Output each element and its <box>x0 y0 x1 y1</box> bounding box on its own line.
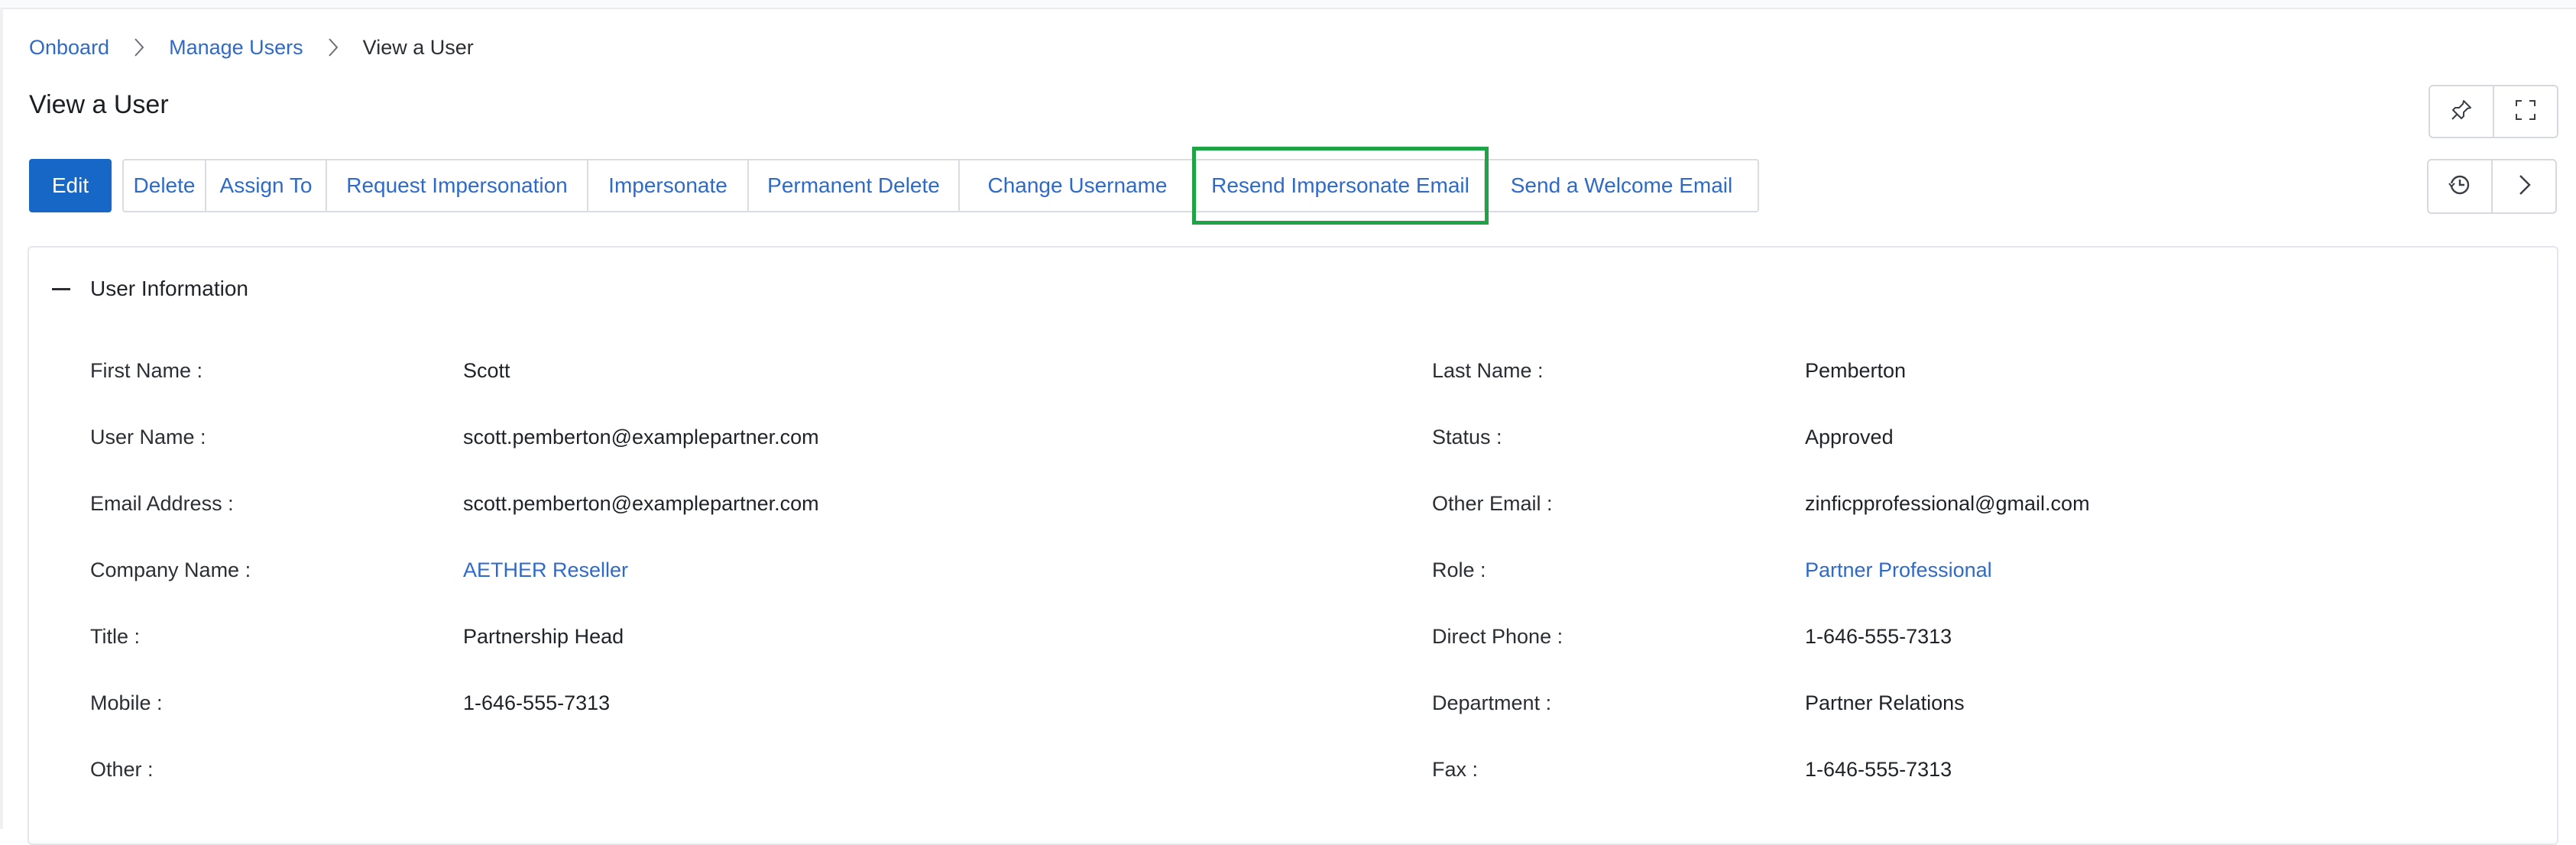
other-email-label: Other Email : <box>1432 492 1553 515</box>
user-name-value: scott.pemberton@examplepartner.com <box>463 426 819 448</box>
chevron-right-icon <box>2512 173 2536 201</box>
department-value: Partner Relations <box>1805 691 1965 714</box>
assign-to-button[interactable]: Assign To <box>205 160 326 211</box>
impersonate-button[interactable]: Impersonate <box>587 160 747 211</box>
other-email-value: zinficpprofessional@gmail.com <box>1805 492 2090 515</box>
history-button[interactable] <box>2429 160 2491 212</box>
status-value: Approved <box>1805 426 1894 448</box>
history-icon <box>2448 173 2472 201</box>
company-name-label: Company Name : <box>90 558 251 581</box>
action-toolbar: Edit Delete Assign To Request Impersonat… <box>29 147 1759 225</box>
breadcrumb-onboard[interactable]: Onboard <box>29 36 109 60</box>
chevron-right-icon <box>303 37 363 57</box>
page-title: View a User <box>29 90 169 119</box>
status-label: Status : <box>1432 426 1502 448</box>
user-information-panel: User Information First Name : Scott User… <box>28 246 2558 845</box>
request-impersonation-button[interactable]: Request Impersonation <box>326 160 587 211</box>
fax-value: 1-646-555-7313 <box>1805 758 1952 781</box>
department-label: Department : <box>1432 691 1552 714</box>
expand-button[interactable] <box>2493 86 2557 137</box>
send-welcome-email-button[interactable]: Send a Welcome Email <box>1484 160 1758 211</box>
pin-button[interactable] <box>2430 86 2493 137</box>
role-link[interactable]: Partner Professional <box>1805 558 1992 582</box>
action-button-group: Delete Assign To Request Impersonation I… <box>122 147 1759 225</box>
email-address-label: Email Address : <box>90 492 234 515</box>
first-name-value: Scott <box>463 359 510 382</box>
direct-phone-label: Direct Phone : <box>1432 625 1563 648</box>
last-name-value: Pemberton <box>1805 359 1907 382</box>
breadcrumb: Onboard Manage Users View a User <box>29 32 474 63</box>
view-options-group <box>2429 85 2558 138</box>
mobile-value: 1-646-555-7313 <box>463 691 611 714</box>
top-divider <box>0 0 2576 9</box>
next-record-button[interactable] <box>2491 160 2555 212</box>
expand-icon <box>2513 98 2538 126</box>
company-name-link[interactable]: AETHER Reseller <box>463 558 628 582</box>
title-label: Title : <box>90 625 141 648</box>
breadcrumb-manage-users[interactable]: Manage Users <box>169 36 303 60</box>
delete-button[interactable]: Delete <box>124 160 205 211</box>
record-nav-group <box>2427 159 2557 214</box>
permanent-delete-button[interactable]: Permanent Delete <box>747 160 958 211</box>
first-name-label: First Name : <box>90 359 203 382</box>
chevron-right-icon <box>109 37 169 57</box>
resend-impersonate-email-button[interactable]: Resend Impersonate Email <box>1192 147 1489 225</box>
user-name-label: User Name : <box>90 426 206 448</box>
direct-phone-value: 1-646-555-7313 <box>1805 625 1952 648</box>
email-address-value: scott.pemberton@examplepartner.com <box>463 492 819 515</box>
other-label: Other : <box>90 758 154 781</box>
edit-button[interactable]: Edit <box>29 159 112 212</box>
user-information-header[interactable]: User Information <box>52 277 248 301</box>
last-name-label: Last Name : <box>1432 359 1544 382</box>
fax-label: Fax : <box>1432 758 1479 781</box>
mobile-label: Mobile : <box>90 691 163 714</box>
breadcrumb-current: View a User <box>362 35 474 59</box>
role-label: Role : <box>1432 558 1486 581</box>
collapse-icon[interactable] <box>52 287 70 290</box>
pin-icon <box>2449 98 2474 126</box>
left-divider <box>0 8 3 829</box>
change-username-button[interactable]: Change Username <box>958 160 1195 211</box>
title-value: Partnership Head <box>463 625 624 648</box>
section-title: User Information <box>90 277 248 300</box>
